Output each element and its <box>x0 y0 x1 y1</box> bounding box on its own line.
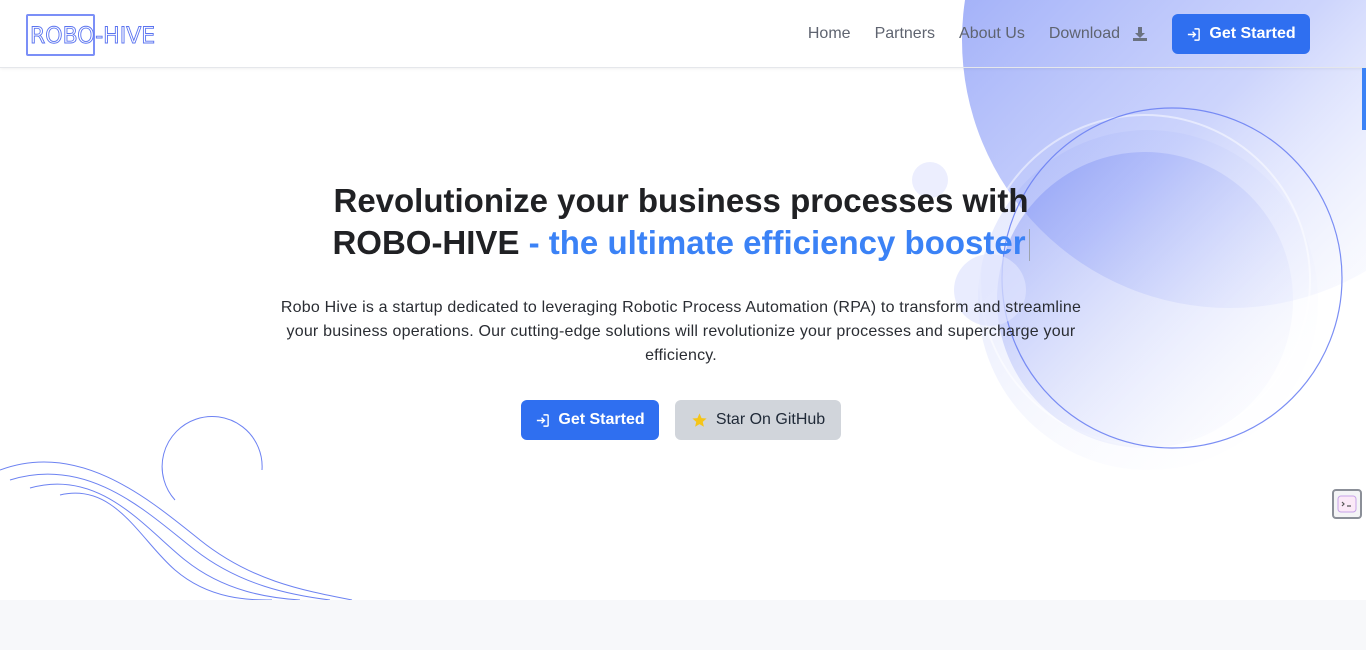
typing-caret <box>1028 229 1030 262</box>
nav-home-label: Home <box>807 25 851 42</box>
nav-about-us[interactable]: About Us <box>959 25 1025 43</box>
bg-left-circle <box>161 416 263 501</box>
nav-partners[interactable]: Partners <box>875 25 935 43</box>
star-on-github-button[interactable]: Star On GitHub <box>675 400 841 440</box>
chat-widget-icon[interactable] <box>1332 489 1362 519</box>
star-icon <box>691 412 708 429</box>
nav-download-label: Download <box>1048 25 1120 42</box>
hero-title-accent: - the ultimate efficiency booster <box>528 224 1026 261</box>
brand-logo[interactable]: ROBO-HIVE <box>26 14 156 56</box>
site-header: ROBO-HIVE Home Partners About Us Downloa… <box>0 0 1366 68</box>
header-get-started-button[interactable]: Get Started <box>1172 14 1310 54</box>
main-nav: Home Partners About Us Download Get Star… <box>784 14 1310 54</box>
header-get-started-label: Get Started <box>1209 25 1296 42</box>
nav-home[interactable]: Home <box>808 25 851 43</box>
bg-left-waves <box>0 461 353 601</box>
nav-partners-label: Partners <box>874 25 936 42</box>
sign-in-icon <box>535 413 550 428</box>
scrollbar-thumb[interactable] <box>1362 68 1366 130</box>
download-icon <box>1132 26 1148 42</box>
nav-about-us-label: About Us <box>959 25 1025 42</box>
hero-cta-row: Get Started Star On GitHub <box>521 400 841 440</box>
hero-get-started-button[interactable]: Get Started <box>521 400 659 440</box>
logo-wordmark: ROBO-HIVE <box>30 24 156 50</box>
star-on-github-label: Star On GitHub <box>715 411 826 428</box>
hero-get-started-label: Get Started <box>558 411 645 428</box>
sign-in-icon <box>1186 27 1201 42</box>
next-section-band <box>0 600 1366 650</box>
hero-description: Robo Hive is a startup dedicated to leve… <box>280 299 1082 364</box>
hero-title-line1: Revolutionize your business processes wi… <box>333 182 1029 219</box>
logo-text: ROBO-HIVE <box>30 24 155 49</box>
hero-title: Revolutionize your business processes wi… <box>0 180 1362 264</box>
hero-title-brand: ROBO-HIVE <box>332 224 520 261</box>
nav-download[interactable]: Download <box>1049 25 1148 43</box>
landing-page: ROBO-HIVE Home Partners About Us Downloa… <box>0 0 1366 650</box>
